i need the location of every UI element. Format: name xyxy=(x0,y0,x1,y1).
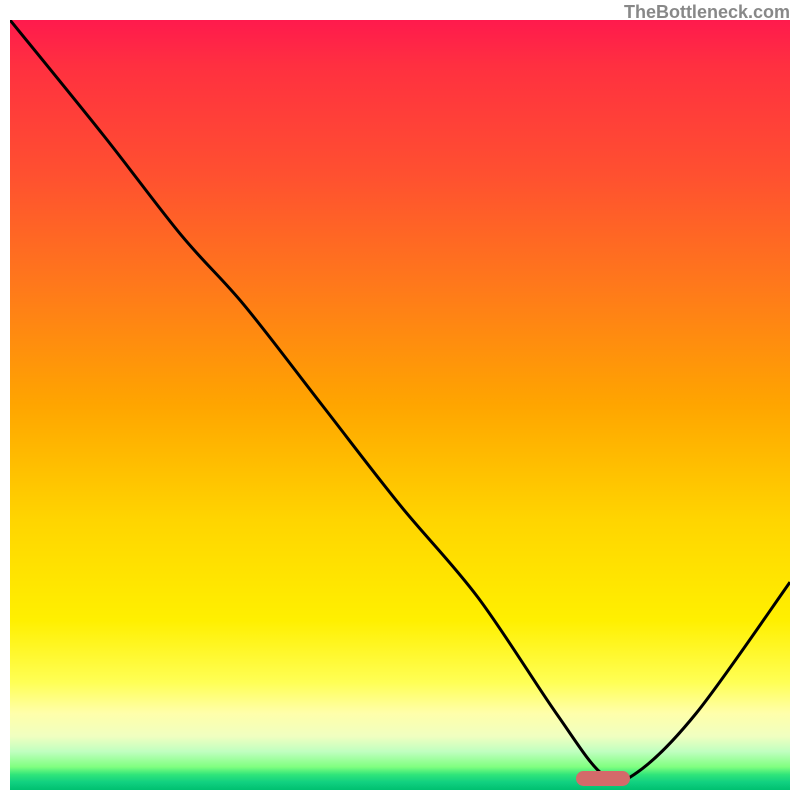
bottleneck-curve xyxy=(10,20,790,782)
optimal-marker xyxy=(576,771,631,786)
bottleneck-chart: TheBottleneck.com xyxy=(0,0,800,800)
watermark-text: TheBottleneck.com xyxy=(624,2,790,23)
curve-overlay xyxy=(10,20,790,790)
